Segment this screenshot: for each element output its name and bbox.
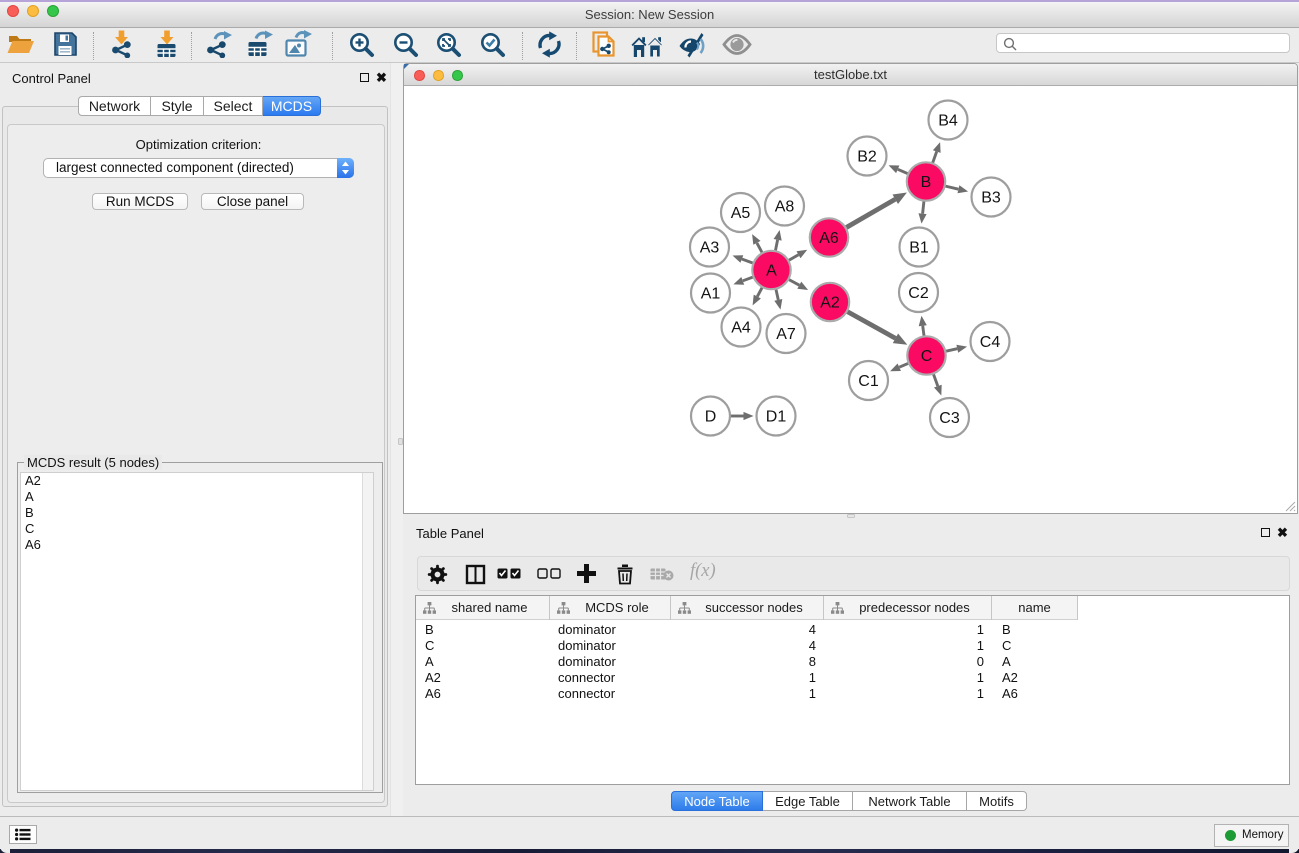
svg-text:B: B — [921, 174, 932, 191]
svg-text:A: A — [766, 263, 777, 280]
svg-text:D1: D1 — [766, 409, 787, 426]
svg-text:A6: A6 — [819, 230, 839, 247]
svg-text:A2: A2 — [820, 295, 840, 312]
svg-text:C: C — [921, 348, 933, 365]
svg-text:A1: A1 — [701, 286, 721, 303]
svg-text:C2: C2 — [908, 285, 929, 302]
svg-text:B4: B4 — [938, 113, 958, 130]
svg-text:A4: A4 — [731, 320, 751, 337]
svg-text:A3: A3 — [700, 240, 720, 257]
svg-text:A8: A8 — [775, 199, 795, 216]
svg-text:B1: B1 — [909, 240, 929, 257]
svg-text:D: D — [705, 409, 717, 426]
svg-text:C4: C4 — [980, 334, 1001, 351]
svg-text:A5: A5 — [731, 205, 751, 222]
svg-text:B2: B2 — [857, 149, 877, 166]
svg-text:C3: C3 — [939, 410, 960, 427]
svg-text:B3: B3 — [981, 190, 1001, 207]
svg-text:A7: A7 — [776, 326, 796, 343]
svg-text:C1: C1 — [858, 373, 879, 390]
